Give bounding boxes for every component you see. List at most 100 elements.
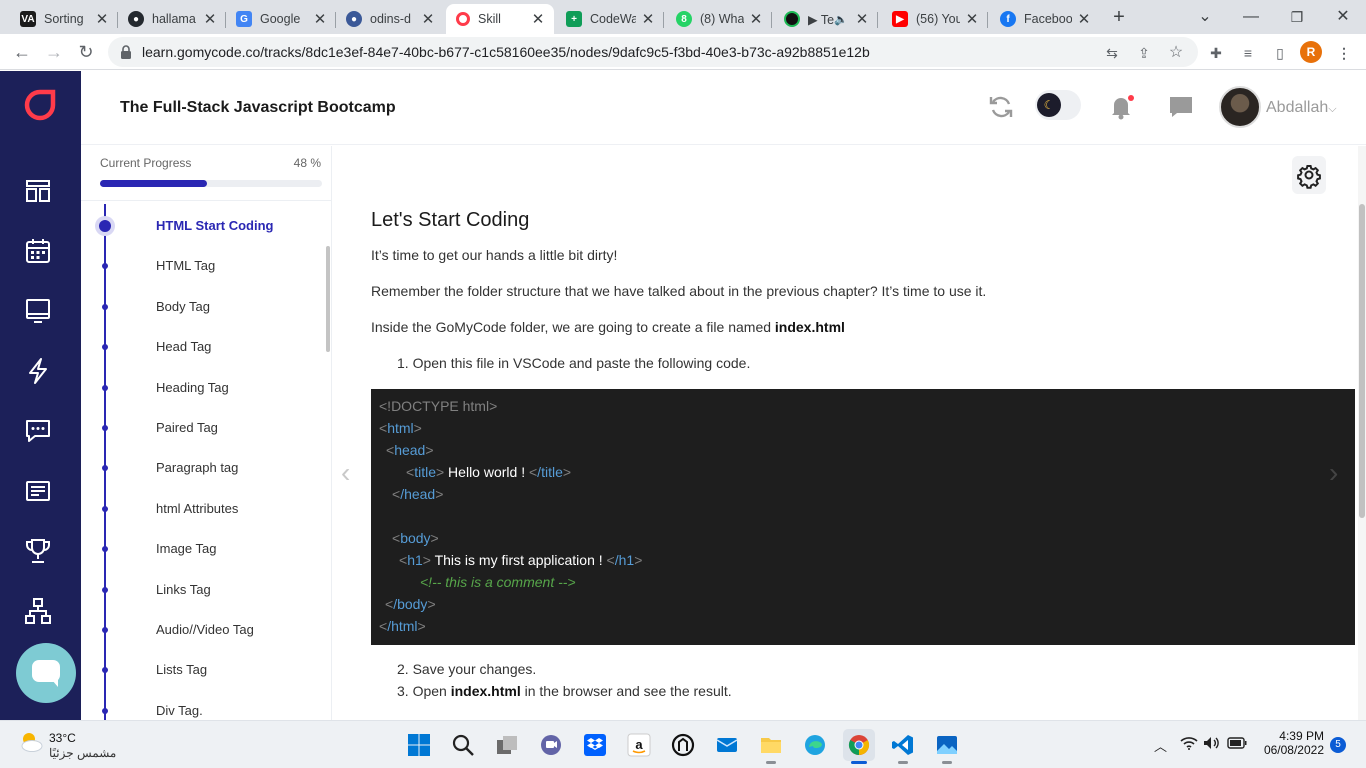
forward-icon[interactable]: → xyxy=(42,40,66,64)
lesson-item[interactable]: Paragraph tag xyxy=(81,457,321,481)
gomycode-logo[interactable] xyxy=(24,89,56,121)
lock-icon[interactable] xyxy=(120,45,132,59)
share-icon[interactable]: ⇪ xyxy=(1134,43,1154,63)
browser-tab[interactable]: + CodeWa ✕ xyxy=(556,4,664,34)
va-icon: VA xyxy=(20,11,36,27)
browser-tab[interactable]: ● hallama ✕ xyxy=(118,4,226,34)
next-lesson-arrow[interactable]: › xyxy=(1329,457,1338,489)
file-explorer-button[interactable] xyxy=(755,729,787,764)
calendar-icon[interactable] xyxy=(24,237,52,265)
mail-button[interactable] xyxy=(711,729,743,761)
back-icon[interactable]: ← xyxy=(10,40,34,64)
tray-overflow-icon[interactable]: ︿ xyxy=(1154,736,1167,755)
search-button[interactable] xyxy=(447,729,479,761)
vscode-button[interactable] xyxy=(887,729,919,764)
lesson-item[interactable]: Paired Tag xyxy=(81,417,321,441)
lesson-item[interactable]: Image Tag xyxy=(81,538,321,562)
window-close-button[interactable]: ✕ xyxy=(1330,5,1356,29)
url-omnibox[interactable]: learn.gomycode.co/tracks/8dc1e3ef-84e7-4… xyxy=(108,37,1198,67)
lesson-item[interactable]: Audio//Video Tag xyxy=(81,619,321,643)
tab-search-icon[interactable]: ⌄ xyxy=(1192,5,1218,29)
battery-icon[interactable] xyxy=(1227,736,1247,753)
side-panel-icon[interactable]: ▯ xyxy=(1270,43,1290,63)
lesson-item[interactable]: Heading Tag xyxy=(81,377,321,401)
task-view-icon xyxy=(497,736,517,754)
chrome-button[interactable] xyxy=(843,729,875,764)
lesson-item[interactable]: html Attributes xyxy=(81,498,321,522)
browser-tab[interactable]: ▶ Te 🔈 ✕ xyxy=(774,4,878,34)
close-icon[interactable]: ✕ xyxy=(94,10,110,28)
lesson-item[interactable]: Div Tag. xyxy=(81,700,321,720)
close-icon[interactable]: ✕ xyxy=(420,10,436,28)
lesson-item[interactable]: Head Tag xyxy=(81,336,321,360)
weather-widget[interactable]: 33°C مشمس جزئيًا xyxy=(18,731,116,760)
translate-icon[interactable]: ⇆ xyxy=(1102,43,1122,63)
workshop-icon[interactable] xyxy=(24,297,52,325)
page-scrollbar[interactable] xyxy=(1358,146,1366,720)
bookmark-star-icon[interactable]: ☆ xyxy=(1166,43,1186,63)
minimize-button[interactable]: — xyxy=(1238,5,1264,29)
teams-chat-button[interactable] xyxy=(535,729,567,761)
dropbox-button[interactable] xyxy=(579,729,611,761)
notification-badge[interactable]: 5 xyxy=(1330,737,1346,753)
progress-bar xyxy=(100,180,322,187)
browser-tab[interactable]: ▶ (56) You ✕ xyxy=(882,4,988,34)
support-chat-button[interactable] xyxy=(16,643,76,703)
notification-bell-icon[interactable] xyxy=(1107,93,1135,121)
speaker-icon[interactable]: 🔈 xyxy=(834,13,848,26)
close-icon[interactable]: ✕ xyxy=(964,10,980,28)
extensions-icon[interactable]: ✚ xyxy=(1206,43,1226,63)
lesson-item[interactable]: Body Tag xyxy=(81,296,321,320)
notes-icon[interactable] xyxy=(24,477,52,505)
lightning-icon[interactable] xyxy=(24,357,52,385)
close-icon[interactable]: ✕ xyxy=(640,10,656,28)
amazon-button[interactable]: a xyxy=(623,729,655,761)
browser-tab-active[interactable]: Skill ✕ xyxy=(446,4,554,34)
close-icon[interactable]: ✕ xyxy=(530,10,546,28)
close-icon[interactable]: ✕ xyxy=(202,10,218,28)
lesson-item[interactable]: Links Tag xyxy=(81,579,321,603)
wifi-icon[interactable] xyxy=(1180,736,1198,753)
edge-button[interactable] xyxy=(799,729,831,761)
new-tab-button[interactable]: + xyxy=(1106,5,1132,29)
task-view-button[interactable] xyxy=(491,729,523,761)
trophy-icon[interactable] xyxy=(24,537,52,565)
browser-tab[interactable]: ● odins-d ✕ xyxy=(336,4,444,34)
user-menu[interactable]: Abdallah⌵ xyxy=(1266,99,1337,117)
previous-lesson-arrow[interactable]: ‹ xyxy=(341,457,350,489)
photos-button[interactable] xyxy=(931,729,963,764)
messages-icon[interactable] xyxy=(24,417,52,445)
browser-tab[interactable]: VA Sorting ✕ xyxy=(10,4,118,34)
close-icon[interactable]: ✕ xyxy=(1076,10,1092,28)
chrome-menu-icon[interactable]: ⋮ xyxy=(1334,43,1354,63)
app-button[interactable] xyxy=(667,729,699,761)
browser-tab[interactable]: G Google ✕ xyxy=(226,4,336,34)
profile-avatar[interactable]: R xyxy=(1300,41,1322,63)
restore-button[interactable]: ❐ xyxy=(1284,5,1310,29)
lesson-item[interactable]: Lists Tag xyxy=(81,659,321,683)
media-control-icon[interactable]: ≡ xyxy=(1238,43,1258,63)
settings-button[interactable] xyxy=(1292,156,1326,194)
close-icon[interactable]: ✕ xyxy=(854,10,870,28)
chat-bubble-icon[interactable] xyxy=(1167,93,1195,121)
start-button[interactable] xyxy=(403,729,435,761)
paragraph: Remember the folder structure that we ha… xyxy=(371,283,987,299)
partly-sunny-icon xyxy=(21,733,43,752)
browser-tab[interactable]: f Faceboo ✕ xyxy=(990,4,1100,34)
system-clock[interactable]: 4:39 PM 06/08/2022 xyxy=(1254,729,1324,757)
reload-icon[interactable]: ↻ xyxy=(74,40,98,64)
volume-icon[interactable] xyxy=(1203,736,1221,753)
hierarchy-icon[interactable] xyxy=(24,597,52,625)
tracks-icon[interactable] xyxy=(24,177,52,205)
browser-tab[interactable]: 8 (8) What ✕ xyxy=(666,4,772,34)
lesson-item[interactable]: HTML Tag xyxy=(81,255,321,279)
refresh-icon[interactable] xyxy=(987,93,1015,121)
close-icon[interactable]: ✕ xyxy=(312,10,328,28)
moon-icon: ☾ xyxy=(1037,93,1061,117)
user-avatar[interactable] xyxy=(1219,86,1261,128)
url-text[interactable]: learn.gomycode.co/tracks/8dc1e3ef-84e7-4… xyxy=(142,44,870,60)
close-icon[interactable]: ✕ xyxy=(748,10,764,28)
lesson-item-current[interactable]: HTML Start Coding xyxy=(81,215,321,239)
dark-mode-toggle[interactable]: ☾ xyxy=(1035,90,1081,120)
outline-scrollbar[interactable] xyxy=(326,246,330,352)
